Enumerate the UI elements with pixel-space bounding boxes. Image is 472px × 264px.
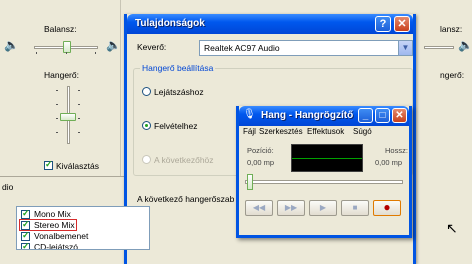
speaker-right-edge-icon: 🔈: [458, 38, 472, 52]
list-item-checkbox[interactable]: [21, 241, 30, 249]
minimize-button[interactable]: _: [358, 108, 373, 123]
waveform-line: [292, 158, 362, 159]
radio-other-label: A következőhöz: [154, 155, 214, 165]
radio-other: [142, 155, 151, 164]
balance-label: Balansz:: [44, 24, 77, 34]
stereo-mix-highlight: [19, 219, 77, 231]
right-balance-label: lansz:: [440, 24, 463, 34]
recorder-titlebar[interactable]: 🎙 Hang - Hangrögzítő _ □ ✕: [239, 106, 409, 126]
menu-file[interactable]: Fájl: [243, 127, 256, 136]
properties-titlebar[interactable]: Tulajdonságok ? ✕: [127, 14, 413, 34]
sound-recorder-window: 🎙 Hang - Hangrögzítő _ □ ✕ Fájl Szerkesz…: [236, 106, 412, 238]
mixer-label: Keverő:: [137, 42, 167, 52]
mixer-bottom-divider: [0, 176, 140, 177]
chevron-down-icon[interactable]: ▼: [398, 41, 412, 55]
help-button[interactable]: ?: [375, 16, 391, 32]
recorder-close-button[interactable]: ✕: [392, 108, 407, 123]
select-label: Kiválasztás: [56, 161, 99, 171]
microphone-icon: 🎙: [243, 109, 256, 120]
position-value: 0,00 mp: [247, 158, 275, 167]
seek-end-button[interactable]: ▶▶: [277, 200, 305, 216]
mixer-select-value: Realtek AC97 Audio: [204, 43, 280, 53]
list-intro: A következő hangerőszab: [137, 194, 235, 204]
seek-slider-thumb[interactable]: [247, 174, 253, 190]
menu-effects[interactable]: Effektusok: [307, 127, 344, 136]
radio-record[interactable]: [142, 121, 151, 130]
record-button[interactable]: ●: [373, 200, 401, 216]
right-volume-label: ngerő:: [440, 70, 465, 80]
select-checkbox[interactable]: [44, 159, 53, 170]
mixer-divider: [120, 0, 121, 176]
maximize-button[interactable]: □: [375, 108, 390, 123]
waveform-display: [291, 144, 363, 172]
recorder-title: Hang - Hangrögzítő: [261, 110, 354, 121]
seek-start-button[interactable]: ◀◀: [245, 200, 273, 216]
list-item[interactable]: Vonalbemenet: [21, 230, 88, 242]
balance-slider-thumb[interactable]: [63, 41, 71, 53]
volume-settings-label: Hangerő beállítása: [140, 63, 216, 73]
radio-playback-label[interactable]: Lejátszáshoz: [154, 87, 204, 97]
volume-label: Hangerő:: [44, 70, 79, 80]
stop-button[interactable]: ■: [341, 200, 369, 216]
seek-slider[interactable]: [245, 180, 403, 184]
play-button[interactable]: ▶: [309, 200, 337, 216]
length-label: Hossz:: [385, 146, 408, 155]
speaker-right-icon: 🔈: [106, 38, 121, 52]
speaker-left-icon: 🔈: [4, 38, 19, 52]
close-button[interactable]: ✕: [394, 16, 410, 32]
list-item-checkbox[interactable]: [21, 208, 30, 220]
recorder-menubar: Fájl Szerkesztés Effektusok Súgó: [239, 126, 409, 138]
menu-help[interactable]: Súgó: [353, 127, 372, 136]
bottom-left-text: dio: [2, 182, 14, 192]
radio-playback[interactable]: [142, 87, 151, 96]
volume-slider-thumb[interactable]: [60, 113, 76, 121]
list-item[interactable]: CD-lejátszó: [21, 241, 78, 249]
position-label: Pozíció:: [247, 146, 274, 155]
mixer-select[interactable]: Realtek AC97 Audio ▼: [199, 40, 413, 56]
length-value: 0,00 mp: [375, 158, 403, 167]
control-list[interactable]: Mono Mix Stereo Mix Vonalbemenet CD-lejá…: [16, 206, 150, 250]
list-item-checkbox[interactable]: [21, 230, 30, 242]
menu-edit[interactable]: Szerkesztés: [259, 127, 303, 136]
properties-title: Tulajdonságok: [135, 18, 205, 29]
list-item[interactable]: Mono Mix: [21, 208, 71, 220]
mouse-pointer-icon: ↖: [446, 220, 458, 236]
radio-record-label[interactable]: Felvételhez: [154, 121, 197, 131]
